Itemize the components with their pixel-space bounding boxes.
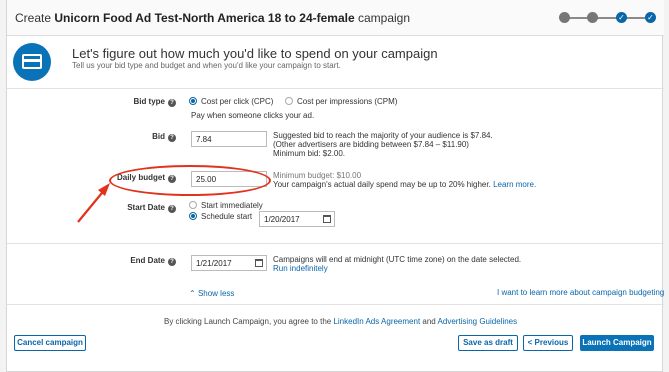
chevron-up-icon: ⌃ [189, 289, 196, 298]
annotation-ellipse [109, 165, 271, 196]
progress-stepper: ✓ ✓ [559, 12, 657, 24]
bid-range: (Other advertisers are bidding between $… [273, 140, 469, 149]
footer-divider [7, 304, 664, 305]
credit-card-icon [13, 43, 51, 81]
help-icon[interactable]: ? [168, 205, 176, 213]
budget-note-text: Your campaign's actual daily spend may b… [273, 180, 491, 189]
show-less-link[interactable]: ⌃ Show less [189, 289, 234, 298]
title-prefix: Create [15, 11, 55, 25]
campaign-header: Create Unicorn Food Ad Test-North Americ… [7, 0, 664, 36]
bid-label: Bid? [110, 132, 176, 142]
stepper-line [564, 17, 652, 19]
intro-subtext: Tell us your bid type and budget and whe… [72, 61, 341, 70]
agreement-text: By clicking Launch Campaign, you agree t… [164, 317, 517, 326]
previous-button[interactable]: < Previous [523, 335, 573, 351]
page-title: Create Unicorn Food Ad Test-North Americ… [15, 11, 410, 25]
run-indefinitely-link[interactable]: Run indefinitely [273, 264, 328, 273]
intro-heading: Let's figure out how much you'd like to … [72, 46, 438, 61]
title-suffix: campaign [354, 11, 411, 25]
step-3-check-icon: ✓ [616, 12, 627, 23]
bid-type-label: Bid type? [110, 97, 176, 107]
step-1-dot [559, 12, 570, 23]
save-as-draft-button[interactable]: Save as draft [458, 335, 518, 351]
agreement-and: and [420, 317, 438, 326]
radio-start-immediately[interactable] [189, 201, 197, 209]
ads-agreement-link[interactable]: LinkedIn Ads Agreement [333, 317, 420, 326]
intro-section: Let's figure out how much you'd like to … [7, 37, 664, 89]
learn-more-link[interactable]: Learn more. [493, 180, 536, 189]
end-date-value: 1/21/2017 [196, 259, 232, 268]
advertising-guidelines-link[interactable]: Advertising Guidelines [438, 317, 518, 326]
bid-suggestion: Suggested bid to reach the majority of y… [273, 131, 493, 140]
show-less-text: Show less [197, 289, 235, 298]
start-date-label: Start Date? [110, 203, 176, 213]
radio-cpm[interactable] [285, 97, 293, 105]
end-date-input[interactable]: 1/21/2017 [191, 255, 267, 271]
budget-minimum: Minimum budget: $10.00 [273, 171, 362, 180]
end-date-note: Campaigns will end at midnight (UTC time… [273, 255, 522, 264]
start-immediately-label[interactable]: Start immediately [201, 201, 263, 210]
help-icon[interactable]: ? [168, 134, 176, 142]
section-divider [7, 243, 664, 244]
option-cpc-label[interactable]: Cost per click (CPC) [201, 97, 273, 106]
launch-campaign-button[interactable]: Launch Campaign [580, 335, 654, 351]
help-icon[interactable]: ? [168, 99, 176, 107]
start-date-input[interactable]: 1/20/2017 [259, 211, 335, 227]
bid-type-note: Pay when someone clicks your ad. [191, 111, 315, 120]
calendar-icon[interactable] [323, 215, 331, 223]
schedule-start-label[interactable]: Schedule start [201, 212, 252, 221]
start-date-value: 1/20/2017 [264, 215, 300, 224]
budget-note: Your campaign's actual daily spend may b… [273, 180, 536, 189]
learn-budgeting-link[interactable]: I want to learn more about campaign budg… [497, 288, 664, 297]
bid-minimum: Minimum bid: $2.00. [273, 149, 346, 158]
page-background: Create Unicorn Food Ad Test-North Americ… [0, 0, 669, 372]
step-4-check-icon: ✓ [645, 12, 656, 23]
cancel-campaign-button[interactable]: Cancel campaign [14, 335, 86, 351]
help-icon[interactable]: ? [168, 258, 176, 266]
agreement-prefix: By clicking Launch Campaign, you agree t… [164, 317, 334, 326]
end-date-label: End Date? [110, 256, 176, 266]
calendar-icon[interactable] [255, 259, 263, 267]
radio-cpc[interactable] [189, 97, 197, 105]
option-cpm-label[interactable]: Cost per impressions (CPM) [297, 97, 397, 106]
bid-input[interactable]: 7.84 [191, 131, 267, 147]
radio-schedule-start[interactable] [189, 212, 197, 220]
step-2-dot [587, 12, 598, 23]
annotation-arrow [77, 183, 110, 223]
campaign-name: Unicorn Food Ad Test-North America 18 to… [54, 11, 355, 25]
